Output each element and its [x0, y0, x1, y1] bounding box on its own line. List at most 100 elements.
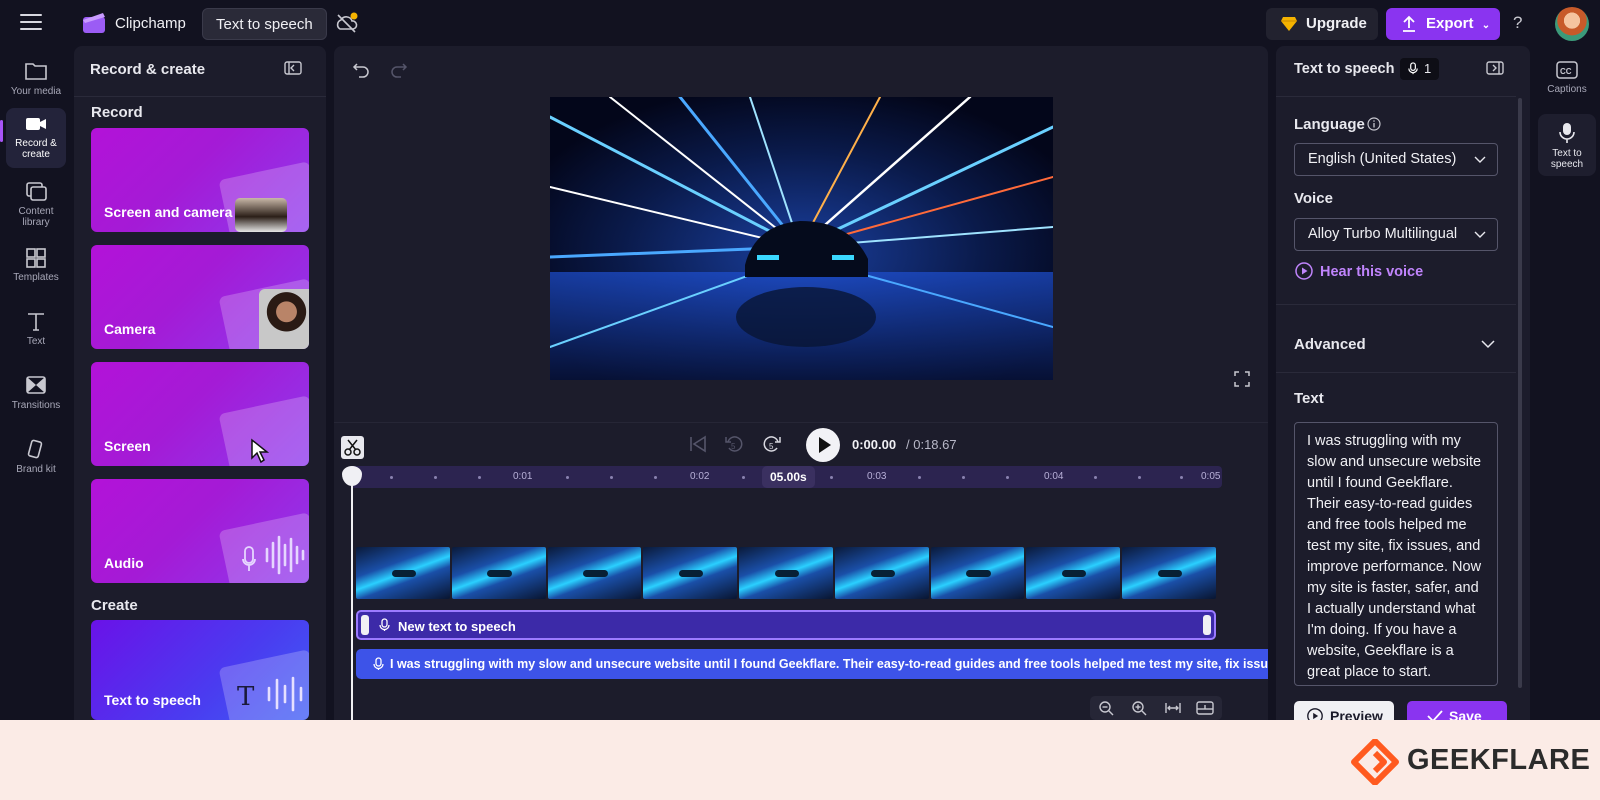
- microphone-waveform-icon: [242, 535, 305, 575]
- collapse-panel-icon[interactable]: [284, 60, 302, 76]
- preview-frame: [550, 97, 1053, 380]
- rail-item-brand-kit[interactable]: Brand kit: [6, 432, 66, 490]
- timeline-ruler[interactable]: 0:01 0:02 05.00s 0:03 0:04 0:05: [350, 466, 1222, 488]
- rail-label: Brand kit: [16, 464, 56, 475]
- rewind-5-icon[interactable]: 5: [724, 434, 744, 454]
- templates-icon: [26, 248, 46, 268]
- rail-item-transitions[interactable]: Transitions: [6, 368, 66, 426]
- rail-item-captions[interactable]: CC Captions: [1538, 52, 1596, 100]
- voice-value: Alloy Turbo Multilingual: [1308, 226, 1458, 242]
- forward-5-icon[interactable]: 5: [762, 434, 782, 454]
- undo-icon[interactable]: [352, 60, 370, 78]
- fullscreen-icon[interactable]: [1234, 371, 1250, 387]
- collapse-panel-icon[interactable]: [1486, 60, 1504, 76]
- rail-label: Record & create: [15, 138, 57, 160]
- library-icon: [26, 182, 47, 201]
- scrollbar[interactable]: [1518, 98, 1522, 688]
- card-camera[interactable]: Camera: [91, 245, 309, 349]
- card-label: Audio: [104, 555, 144, 571]
- voice-select[interactable]: Alloy Turbo Multilingual: [1294, 218, 1498, 251]
- timeline-view-icon[interactable]: [1196, 700, 1214, 721]
- zoom-in-icon[interactable]: [1131, 700, 1147, 721]
- upgrade-label: Upgrade: [1306, 15, 1367, 32]
- presenter-thumbnail: [259, 289, 309, 349]
- panel-title: Record & create: [90, 61, 206, 78]
- language-select[interactable]: English (United States): [1294, 143, 1498, 176]
- text-label: Text: [1294, 390, 1324, 407]
- trim-handle-left[interactable]: [361, 615, 369, 635]
- top-bar: Clipchamp Text to speech Upgrade Export …: [0, 0, 1600, 46]
- brand-kit-icon: [27, 439, 43, 459]
- card-label: Text to speech: [104, 692, 201, 708]
- zoom-out-icon[interactable]: [1098, 700, 1114, 721]
- svg-text:5: 5: [769, 442, 774, 451]
- upload-icon: [1403, 15, 1415, 32]
- video-thumbnail: [930, 547, 1025, 599]
- app-name: Clipchamp: [115, 15, 186, 32]
- scissors-icon: [344, 439, 361, 456]
- upgrade-button[interactable]: Upgrade: [1266, 8, 1378, 40]
- menu-icon[interactable]: [20, 14, 42, 32]
- play-button[interactable]: [806, 428, 840, 462]
- trim-handle-right[interactable]: [1203, 615, 1211, 635]
- video-thumbnail: [643, 547, 738, 599]
- rail-item-record-create[interactable]: Record & create: [6, 108, 66, 168]
- rail-item-text-to-speech[interactable]: Text to speech: [1538, 114, 1596, 176]
- project-title-input[interactable]: Text to speech: [202, 8, 327, 40]
- help-icon[interactable]: ?: [1513, 13, 1522, 33]
- video-track[interactable]: [356, 547, 1217, 599]
- speech-text-area[interactable]: I was struggling with my slow and unsecu…: [1294, 422, 1498, 686]
- panel-title: Text to speech: [1294, 61, 1395, 77]
- tts-count-badge: 1: [1400, 58, 1440, 80]
- divider: [1276, 304, 1516, 305]
- rail-label: Transitions: [11, 400, 61, 411]
- clipchamp-logo-icon: [83, 13, 105, 33]
- card-audio[interactable]: Audio: [91, 479, 309, 583]
- left-rail: Your media Record & create Content libra…: [0, 46, 72, 720]
- play-circle-icon[interactable]: [1294, 261, 1314, 281]
- tts-clip-label: New text to speech: [398, 619, 516, 634]
- divider: [334, 422, 1268, 423]
- fit-to-width-icon[interactable]: [1164, 700, 1182, 721]
- caption-clip[interactable]: I was struggling with my slow and unsecu…: [356, 649, 1268, 679]
- rail-item-your-media[interactable]: Your media: [6, 54, 66, 112]
- hear-this-voice-link[interactable]: Hear this voice: [1320, 264, 1423, 280]
- tts-count: 1: [1424, 61, 1432, 76]
- tick-dot: [390, 476, 393, 479]
- rail-item-templates[interactable]: Templates: [6, 240, 66, 298]
- export-button[interactable]: Export ⌄: [1386, 8, 1500, 40]
- caption-clip-text: I was struggling with my slow and unsecu…: [390, 657, 1268, 671]
- card-screen-and-camera[interactable]: Screen and camera: [91, 128, 309, 232]
- video-preview[interactable]: [550, 97, 1053, 380]
- info-icon[interactable]: [1367, 117, 1381, 131]
- tick-dot: [1094, 476, 1097, 479]
- avatar[interactable]: [1555, 7, 1589, 41]
- card-screen[interactable]: Screen: [91, 362, 309, 466]
- tick-dot: [962, 476, 965, 479]
- tts-audio-clip[interactable]: New text to speech: [356, 610, 1216, 640]
- rail-label: Templates: [13, 272, 59, 283]
- card-text-to-speech[interactable]: T Text to speech: [91, 620, 309, 720]
- redo-icon[interactable]: [390, 60, 408, 78]
- camera-icon: [26, 118, 46, 130]
- card-label: Screen and camera: [104, 204, 233, 220]
- rail-item-text[interactable]: Text: [6, 304, 66, 362]
- skip-to-start-icon[interactable]: [688, 435, 708, 453]
- tick-dot: [434, 476, 437, 479]
- language-label: Language: [1294, 116, 1365, 133]
- cloud-sync-off-icon[interactable]: [334, 12, 360, 34]
- voice-icon: [373, 657, 384, 670]
- rail-label: Your media: [10, 86, 62, 97]
- split-button[interactable]: [341, 436, 364, 459]
- record-create-panel: Record & create Record Screen and camera…: [74, 46, 326, 720]
- folder-icon: [25, 63, 47, 80]
- language-value: English (United States): [1308, 151, 1457, 167]
- rail-label: Text to speech: [1550, 148, 1584, 170]
- current-time: 0:00.00: [852, 437, 897, 452]
- diamond-icon: [1281, 17, 1297, 31]
- advanced-toggle[interactable]: Advanced: [1294, 336, 1366, 353]
- voice-icon: [1408, 62, 1418, 75]
- zoom-controls: [1090, 696, 1222, 720]
- rail-item-content-library[interactable]: Content library: [6, 174, 66, 232]
- chevron-down-icon[interactable]: [1480, 336, 1496, 352]
